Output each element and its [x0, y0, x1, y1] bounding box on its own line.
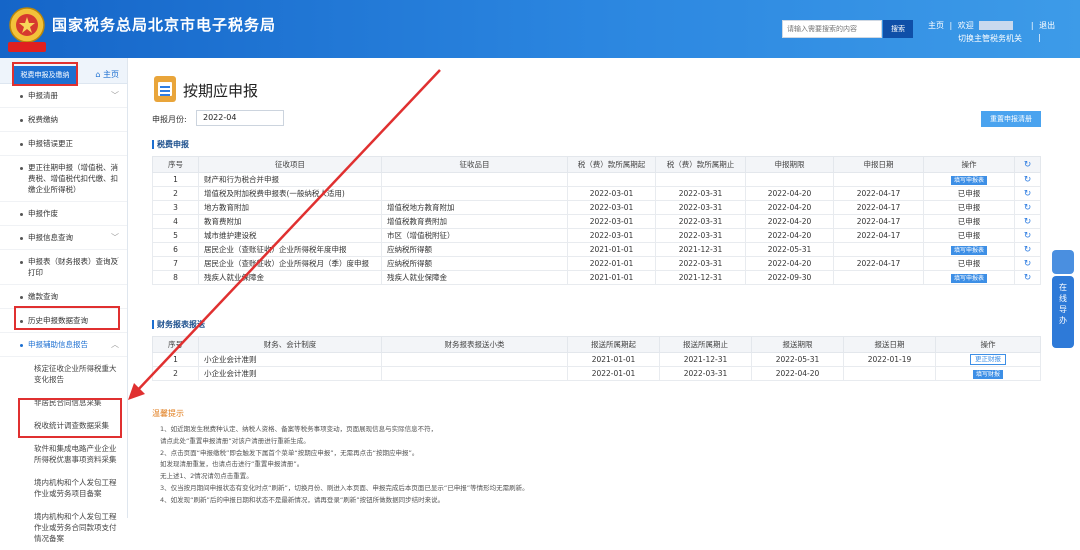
annotation-arrow — [128, 69, 441, 400]
